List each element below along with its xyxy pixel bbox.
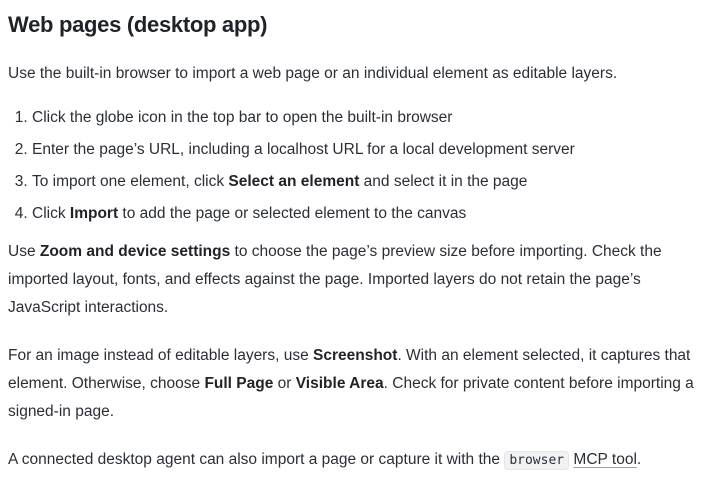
section-heading: Web pages (desktop app) [8,12,268,37]
agent-text-before: A connected desktop agent can also impor… [8,451,505,468]
zoom-paragraph: Use Zoom and device settings to choose t… [8,238,704,322]
document-section: Web pages (desktop app) Use the built-in… [8,10,704,475]
step-item-1: Click the globe icon in the top bar to o… [32,104,704,132]
visible-area-bold-label: Visible Area [295,375,384,392]
agent-text-after: . [636,451,642,468]
step-4-text-before: Click [32,205,70,222]
steps-list: Click the globe icon in the top bar to o… [8,104,704,228]
screenshot-text-3: or [273,375,296,392]
step-item-3: To import one element, click Select an e… [32,168,704,196]
step-4-text-after: to add the page or selected element to t… [118,205,467,222]
step-3-text-after: and select it in the page [359,173,528,190]
screenshot-paragraph: For an image instead of editable layers,… [8,342,704,426]
zoom-bold-label: Zoom and device settings [39,243,231,260]
screenshot-bold-label: Screenshot [313,347,398,364]
agent-paragraph: A connected desktop agent can also impor… [8,446,704,475]
full-page-bold-label: Full Page [204,375,274,392]
step-item-2: Enter the page’s URL, including a localh… [32,136,704,164]
step-1-text: Click the globe icon in the top bar to o… [32,109,453,126]
step-4-bold-label: Import [69,205,119,222]
intro-paragraph: Use the built-in browser to import a web… [8,65,618,82]
screenshot-text-1: For an image instead of editable layers,… [8,347,314,364]
step-3-bold-label: Select an element [228,173,360,190]
step-3-text-before: To import one element, click [32,173,229,190]
mcp-tool-link[interactable]: MCP tool [573,451,636,468]
step-item-4: Click Import to add the page or selected… [32,200,704,228]
browser-code-snippet: browser [504,451,570,470]
step-2-text: Enter the page’s URL, including a localh… [32,141,575,158]
zoom-text-before: Use [8,243,40,260]
